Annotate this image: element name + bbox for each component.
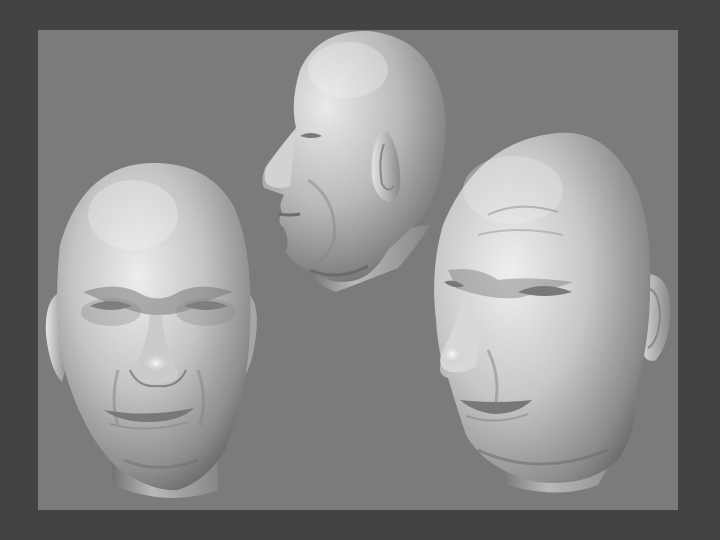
- three-quarter-nose-highlight: [440, 346, 464, 366]
- profile-skull-highlight: [308, 42, 388, 98]
- head-renders: [45, 30, 671, 498]
- render-frame: [0, 0, 720, 540]
- profile-mouth: [277, 212, 301, 217]
- head-profile-view: [262, 30, 446, 292]
- right-eye-socket: [176, 298, 236, 326]
- head-three-quarter-view: [434, 132, 671, 493]
- head-front-view: [45, 162, 257, 498]
- left-eye-socket: [81, 298, 141, 326]
- render-viewport: [38, 30, 678, 510]
- forehead-highlight: [88, 180, 178, 250]
- nose-highlight: [142, 355, 170, 375]
- three-quarter-forehead-highlight: [463, 156, 563, 224]
